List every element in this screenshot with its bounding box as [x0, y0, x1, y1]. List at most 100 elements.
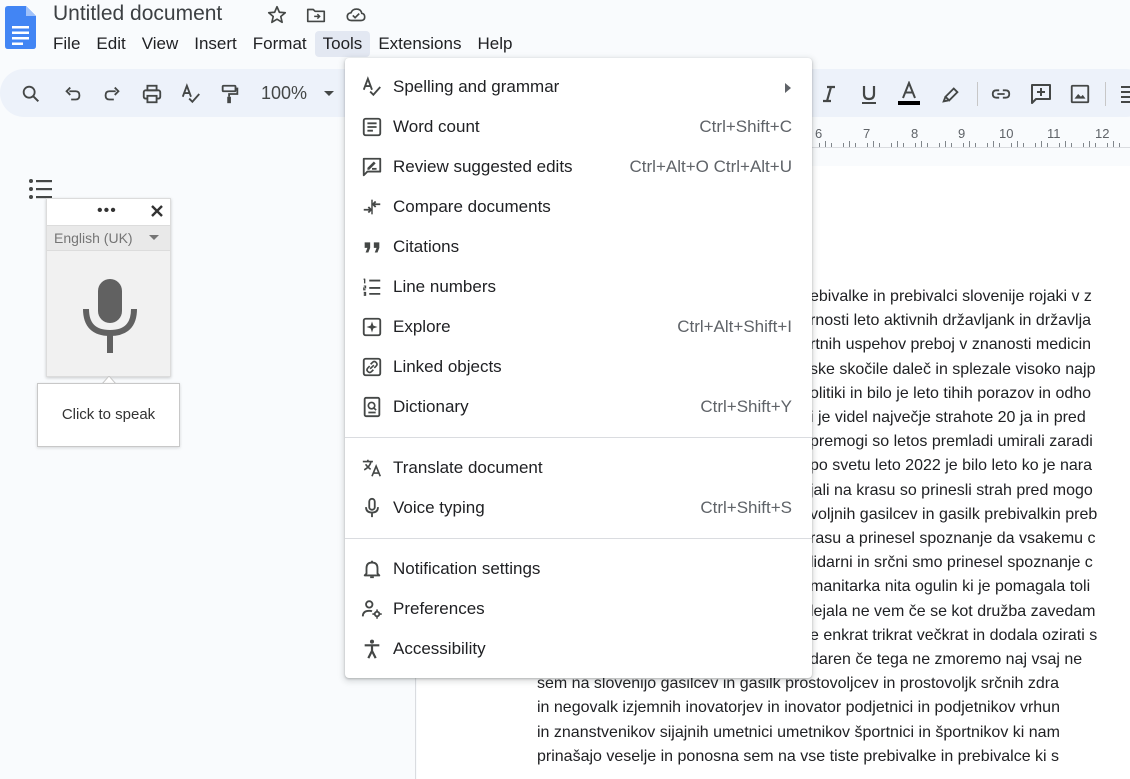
- linked-objects-icon: [360, 355, 384, 379]
- ruler-tick: [939, 143, 940, 147]
- document-text-line: ebivalke in prebivalci slovenije rojaki …: [810, 288, 1092, 305]
- ruler-label: 6: [815, 126, 823, 141]
- menu-item-shortcut: Ctrl+Shift+S: [700, 498, 792, 517]
- link-icon[interactable]: [988, 81, 1014, 107]
- search-menus-icon[interactable]: [18, 81, 44, 107]
- menu-view[interactable]: View: [134, 31, 187, 57]
- menu-item-spelling-and-grammar[interactable]: Spelling and grammar: [345, 67, 812, 107]
- ruler-tick: [987, 143, 988, 147]
- ruler-tick: [819, 143, 820, 147]
- redo-icon[interactable]: [99, 81, 125, 107]
- ruler-tick: [867, 143, 868, 147]
- move-to-folder-icon[interactable]: [304, 3, 328, 27]
- menu-help[interactable]: Help: [469, 31, 520, 57]
- document-text-line: olitiki in bilo je leto tihih porazov in…: [810, 384, 1092, 402]
- dictionary-icon: [360, 395, 384, 419]
- compare-icon: [360, 195, 384, 219]
- ruler-tick: [903, 143, 904, 147]
- text-color-icon[interactable]: [896, 81, 922, 107]
- menu-item-preferences[interactable]: Preferences: [345, 589, 812, 629]
- ruler-tick: [1089, 141, 1090, 147]
- tools-dropdown-menu: Spelling and grammar Word count Ctrl+Shi…: [345, 58, 812, 678]
- menu-item-dictionary[interactable]: Dictionary Ctrl+Shift+Y: [345, 387, 812, 427]
- italic-icon[interactable]: [816, 81, 842, 107]
- menu-item-shortcut: Ctrl+Shift+Y: [700, 397, 792, 416]
- toolbar-divider: [977, 82, 978, 106]
- menu-item-citations[interactable]: Citations: [345, 227, 812, 267]
- ruler-tick: [1047, 143, 1048, 147]
- ruler-tick: [891, 143, 892, 147]
- menu-item-voice-typing[interactable]: Voice typing Ctrl+Shift+S: [345, 488, 812, 528]
- ruler-tick: [945, 141, 946, 147]
- ruler-tick: [849, 141, 850, 147]
- cloud-saved-icon[interactable]: [344, 3, 368, 27]
- underline-icon[interactable]: [856, 81, 882, 107]
- menu-item-review-suggested-edits[interactable]: Review suggested edits Ctrl+Alt+O Ctrl+A…: [345, 147, 812, 187]
- menu-item-linked-objects[interactable]: Linked objects: [345, 347, 812, 387]
- voice-typing-panel: ••• English (UK): [46, 198, 171, 377]
- horizontal-ruler[interactable]: 6 7 8 9 10 11 12: [810, 120, 1130, 148]
- menu-edit[interactable]: Edit: [88, 31, 133, 57]
- paint-format-icon[interactable]: [217, 81, 243, 107]
- document-outline-icon[interactable]: [28, 178, 54, 200]
- language-select[interactable]: English (UK): [47, 225, 170, 251]
- line-numbers-icon: [360, 275, 384, 299]
- menu-item-accessibility[interactable]: Accessibility: [345, 629, 812, 669]
- close-icon[interactable]: [148, 202, 166, 220]
- microphone-icon[interactable]: [81, 277, 139, 355]
- menu-item-label: Word count: [393, 117, 480, 136]
- bell-icon: [360, 557, 384, 581]
- menu-insert[interactable]: Insert: [186, 31, 245, 57]
- menu-item-word-count[interactable]: Word count Ctrl+Shift+C: [345, 107, 812, 147]
- word-count-icon: [360, 115, 384, 139]
- menu-item-label: Review suggested edits: [393, 157, 573, 176]
- ruler-tick: [897, 141, 898, 147]
- menu-extensions[interactable]: Extensions: [370, 31, 469, 57]
- menu-item-line-numbers[interactable]: Line numbers: [345, 267, 812, 307]
- ruler-tick: [1071, 143, 1072, 147]
- spellcheck-toolbar-icon[interactable]: [178, 81, 204, 107]
- menu-item-notification-settings[interactable]: Notification settings: [345, 549, 812, 589]
- document-text-line: in negovalk izjemnih inovatorjev in inov…: [537, 699, 1060, 717]
- zoom-select[interactable]: 100%: [261, 81, 307, 105]
- click-to-speak-tooltip: Click to speak: [37, 383, 180, 447]
- menu-format[interactable]: Format: [245, 31, 315, 57]
- menu-item-label: Citations: [393, 237, 460, 256]
- chevron-down-icon[interactable]: [316, 81, 342, 107]
- menu-bar: File Edit View Insert Format Tools Exten…: [45, 31, 520, 57]
- ruler-tick: [843, 143, 844, 147]
- menu-item-explore[interactable]: Explore Ctrl+Alt+Shift+I: [345, 307, 812, 347]
- ruler-tick: [825, 141, 826, 147]
- print-icon[interactable]: [139, 81, 165, 107]
- menu-item-translate-document[interactable]: Translate document: [345, 448, 812, 488]
- ruler-tick: [921, 141, 922, 147]
- ruler-tick: [1059, 143, 1060, 147]
- undo-icon[interactable]: [60, 81, 86, 107]
- ruler-label: 9: [958, 126, 966, 141]
- document-text-line: rnosti leto aktivnih državljank in držav…: [810, 312, 1092, 330]
- menu-item-label: Compare documents: [393, 197, 551, 216]
- document-title[interactable]: Untitled document: [53, 1, 222, 27]
- document-text-line: voljnih gasilcev in gasilk prebivalkin p…: [810, 505, 1098, 523]
- ruler-tick: [1035, 143, 1036, 147]
- menu-item-label: Notification settings: [393, 559, 541, 578]
- document-text-line: daren če tega ne zmoremo naj vsaj ne: [810, 651, 1083, 668]
- add-comment-icon[interactable]: [1028, 81, 1054, 107]
- ruler-label: 7: [863, 126, 871, 141]
- highlight-icon[interactable]: [938, 81, 964, 107]
- star-icon[interactable]: [265, 3, 289, 27]
- align-icon[interactable]: [1113, 81, 1130, 107]
- docs-logo-icon[interactable]: [5, 6, 36, 49]
- menu-item-compare-documents[interactable]: Compare documents: [345, 187, 812, 227]
- ruler-tick: [1041, 141, 1042, 147]
- ruler-label: 12: [1095, 126, 1110, 141]
- document-text-line: premogi so letos premladi umirali zaradi: [810, 433, 1093, 451]
- menu-item-label: Accessibility: [393, 639, 486, 658]
- menu-tools[interactable]: Tools: [314, 31, 371, 57]
- menu-file[interactable]: File: [45, 31, 88, 57]
- insert-image-icon[interactable]: [1067, 81, 1093, 107]
- menu-item-label: Preferences: [393, 599, 485, 618]
- more-options-icon[interactable]: •••: [97, 202, 117, 220]
- tooltip-text: Click to speak: [61, 406, 156, 423]
- document-text-line: e enkrat trikrat večkrat in dodala ozira…: [810, 626, 1098, 644]
